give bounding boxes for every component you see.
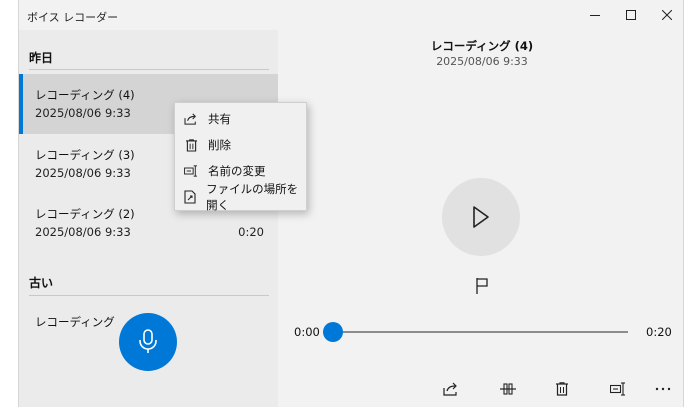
trim-button[interactable] <box>497 379 519 399</box>
menu-item-label: 削除 <box>208 138 231 152</box>
group-header-yesterday: 昨日 <box>29 51 54 65</box>
recording-name: レコーディング (2) <box>35 207 135 221</box>
delete-button[interactable] <box>551 379 573 399</box>
rename-icon <box>610 382 625 396</box>
recording-name: レコーディング (3) <box>35 148 135 162</box>
more-options-button[interactable] <box>652 379 674 399</box>
context-menu: 共有 削除 名前の変更 ファイルの場所を開く <box>174 102 307 212</box>
selection-indicator <box>19 74 23 134</box>
minimize-icon <box>590 15 600 16</box>
menu-item-label: 名前の変更 <box>208 164 266 178</box>
share-icon <box>443 382 457 396</box>
maximize-icon <box>626 10 636 20</box>
recording-name: レコーディング <box>35 315 115 329</box>
menu-item-delete[interactable]: 削除 <box>175 132 306 158</box>
microphone-icon <box>139 329 157 353</box>
trim-icon <box>500 383 516 395</box>
recording-date: 2025/08/06 9:33 <box>35 106 131 120</box>
play-icon <box>473 206 489 228</box>
open-file-location-icon <box>184 190 196 204</box>
flag-icon <box>476 278 488 294</box>
rename-icon <box>184 164 198 178</box>
trash-icon <box>556 382 568 396</box>
voice-recorder-window: ボイス レコーダー 昨日 レコーディング (4) 2025/08/06 9:33… <box>18 0 684 407</box>
share-icon <box>184 112 198 126</box>
seek-track[interactable] <box>332 331 628 333</box>
menu-item-open-file-location[interactable]: ファイルの場所を開く <box>175 182 306 212</box>
add-marker-button[interactable] <box>473 276 491 296</box>
divider <box>29 69 269 70</box>
minimize-button[interactable] <box>577 0 613 30</box>
current-time: 0:00 <box>294 325 320 339</box>
total-time: 0:20 <box>646 325 672 339</box>
app-title: ボイス レコーダー <box>27 11 119 24</box>
menu-item-label: 共有 <box>208 112 231 126</box>
more-icon <box>655 387 671 391</box>
menu-item-share[interactable]: 共有 <box>175 106 306 132</box>
divider <box>29 295 269 296</box>
maximize-button[interactable] <box>613 0 649 30</box>
trash-icon <box>184 138 198 152</box>
close-icon <box>662 10 672 20</box>
recording-name: レコーディング (4) <box>35 88 135 102</box>
record-button[interactable] <box>119 313 177 371</box>
recording-date: 2025/08/06 9:33 <box>35 166 131 180</box>
recording-duration: 0:20 <box>238 225 264 239</box>
share-button[interactable] <box>440 379 462 399</box>
group-header-older: 古い <box>29 276 54 290</box>
player-title: レコーディング (4) <box>430 39 534 53</box>
recording-date: 2025/08/06 9:33 <box>35 225 131 239</box>
player-date: 2025/08/06 9:33 <box>436 55 528 68</box>
rename-button[interactable] <box>607 379 629 399</box>
play-button[interactable] <box>442 178 520 256</box>
seek-thumb[interactable] <box>323 322 343 342</box>
close-button[interactable] <box>649 0 683 30</box>
menu-item-label: ファイルの場所を開く <box>206 182 299 212</box>
